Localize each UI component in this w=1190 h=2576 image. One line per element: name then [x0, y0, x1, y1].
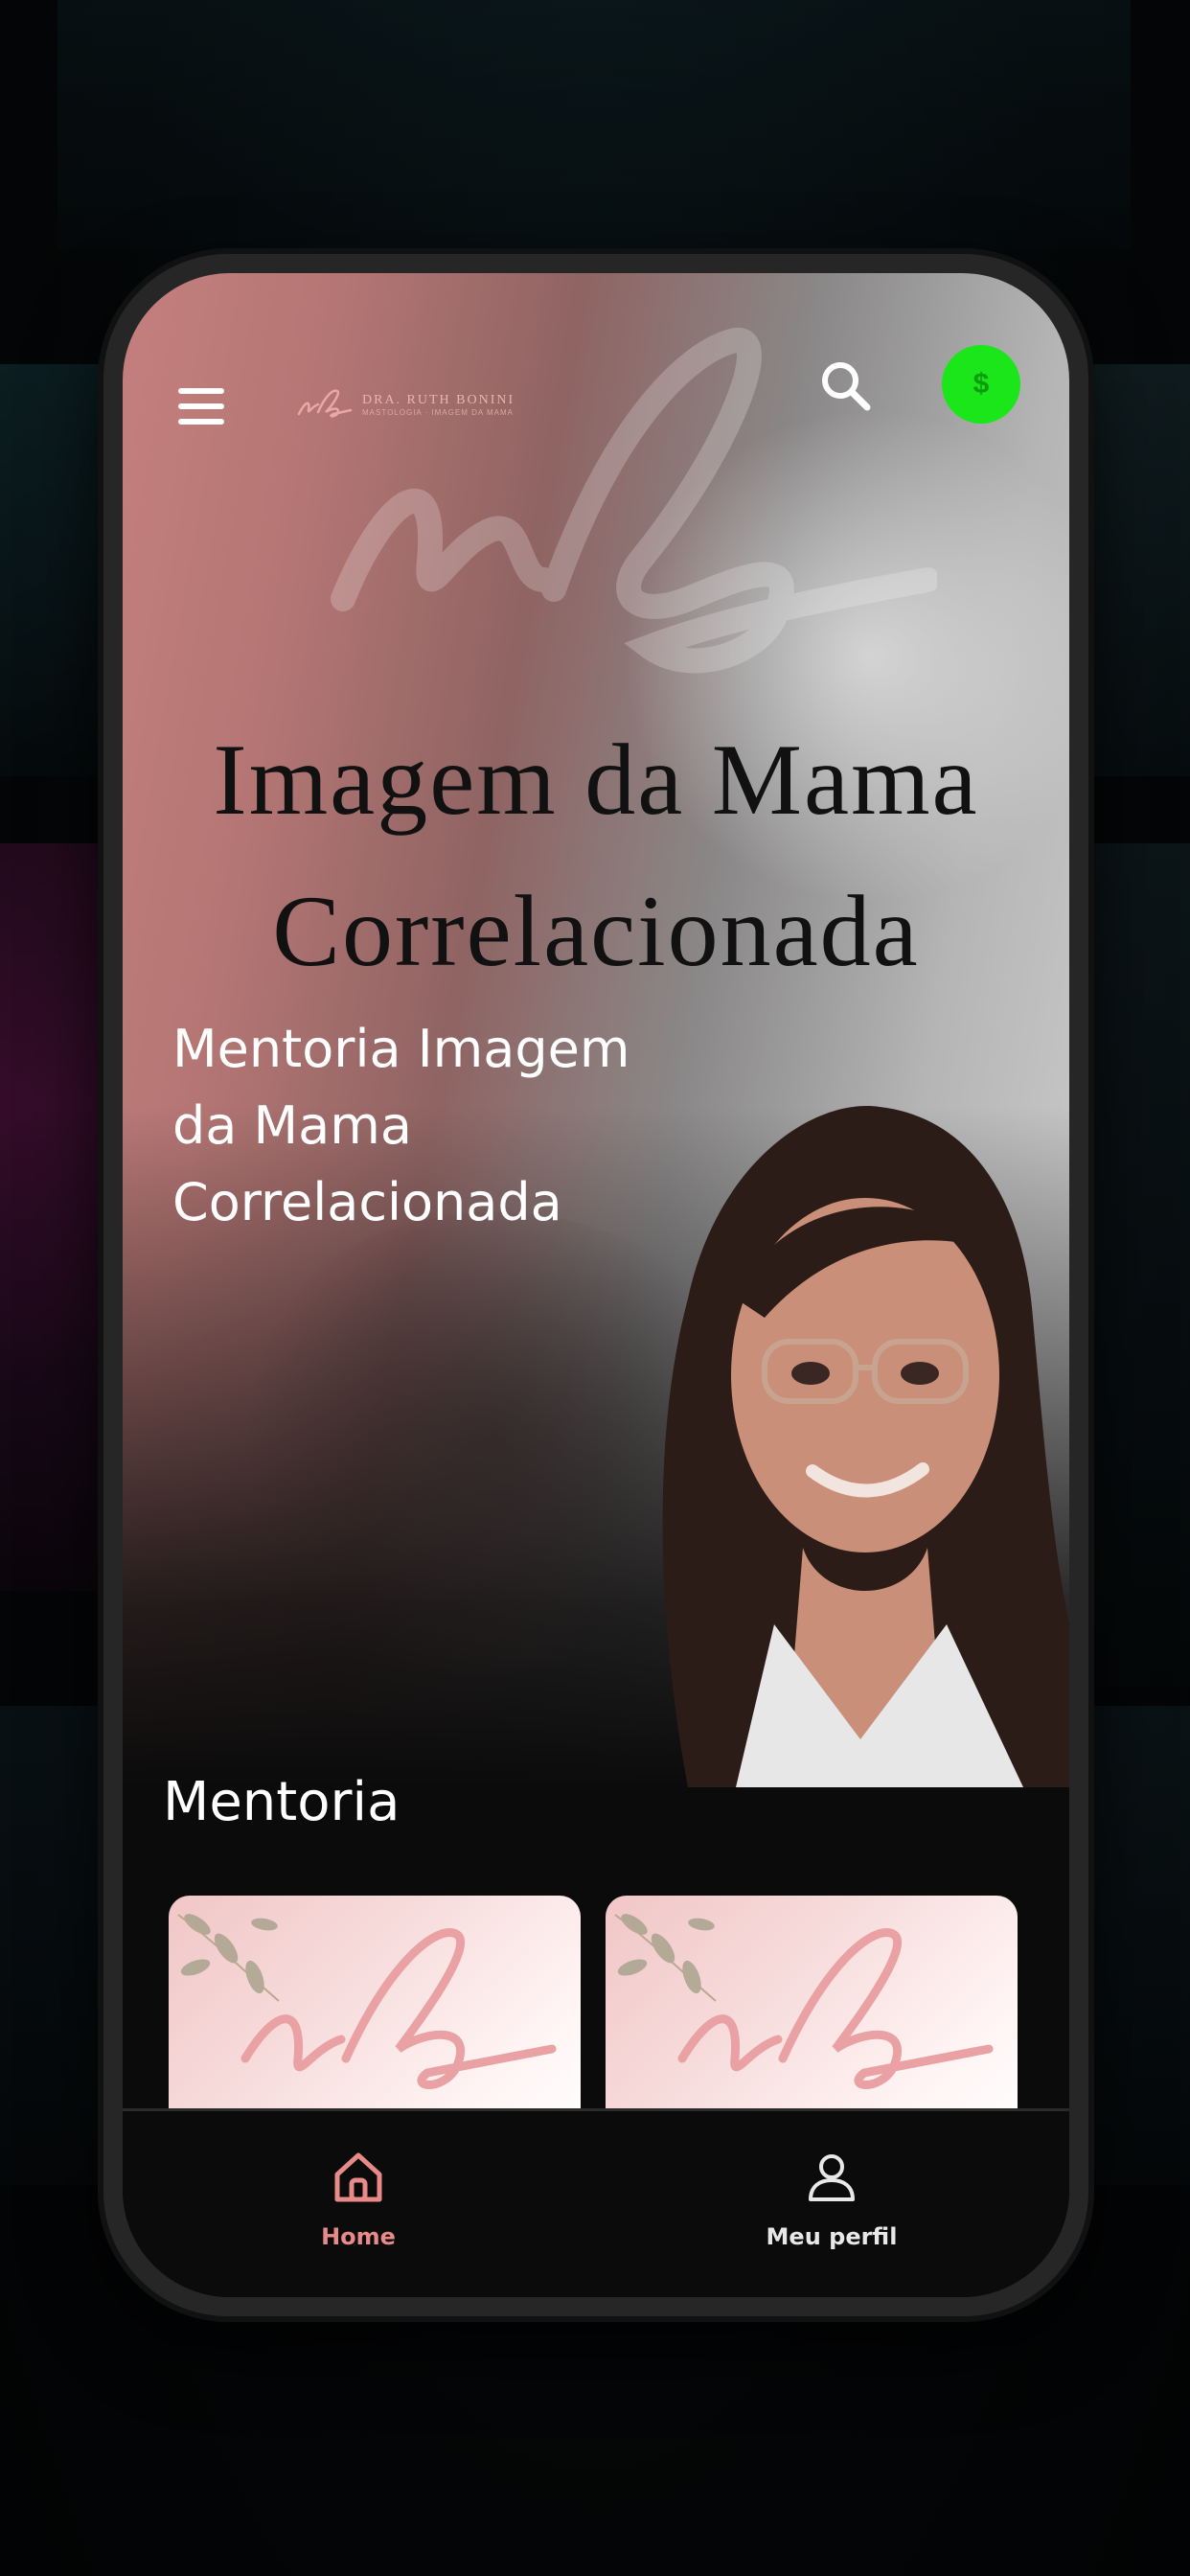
nav-item-home[interactable]: Home: [263, 2148, 454, 2250]
background-tile: [1085, 1706, 1190, 2185]
hero-title-line: Imagem da Mama: [213, 724, 979, 836]
background-tile: [1085, 364, 1190, 776]
nav-item-profile[interactable]: Meu perfil: [736, 2148, 927, 2250]
section-title-mentoria: Mentoria: [163, 1771, 400, 1833]
hamburger-menu-icon[interactable]: [178, 388, 224, 426]
hero-subtitle-line: Correlacionada: [172, 1172, 562, 1232]
background-tile: [0, 843, 105, 1591]
hero-title: Imagem da Mama Correlacionada: [123, 704, 1069, 1007]
search-icon[interactable]: [817, 357, 875, 415]
phone-frame: DRA. RUTH BONINI MASTOLOGIA · IMAGEM DA …: [103, 254, 1088, 2316]
coin-button[interactable]: $: [942, 345, 1020, 424]
logo-subtext: MASTOLOGIA · IMAGEM DA MAMA: [362, 407, 514, 417]
background-tile: [0, 364, 105, 776]
app-screen: DRA. RUTH BONINI MASTOLOGIA · IMAGEM DA …: [123, 273, 1069, 2297]
background-tile: [0, 1706, 105, 2185]
logo-text: DRA. RUTH BONINI: [362, 392, 515, 407]
background-tile: [1085, 843, 1190, 1687]
rb-monogram-floral-image: [614, 1914, 994, 2089]
hero-banner: DRA. RUTH BONINI MASTOLOGIA · IMAGEM DA …: [123, 273, 1069, 1787]
rb-monogram-floral-image: [177, 1914, 557, 2089]
hero-title-line: Correlacionada: [272, 875, 920, 987]
hero-subtitle-line: Mentoria Imagem: [172, 1019, 630, 1079]
background-blur-top: [57, 0, 1131, 249]
user-icon: [809, 2154, 855, 2201]
hero-subtitle-line: da Mama: [172, 1095, 412, 1156]
course-card[interactable]: [606, 1896, 1018, 2145]
hero-subtitle: Mentoria Imagem da Mama Correlacionada: [172, 1011, 709, 1241]
course-card[interactable]: [169, 1896, 581, 2145]
nav-label-home: Home: [321, 2223, 396, 2250]
rb-logo-icon: [297, 389, 353, 418]
home-icon: [334, 2152, 382, 2202]
nav-label-profile: Meu perfil: [766, 2223, 898, 2250]
brand-logo: DRA. RUTH BONINI MASTOLOGIA · IMAGEM DA …: [295, 380, 515, 428]
bottom-navigation: Home Meu perfil: [123, 2108, 1069, 2297]
